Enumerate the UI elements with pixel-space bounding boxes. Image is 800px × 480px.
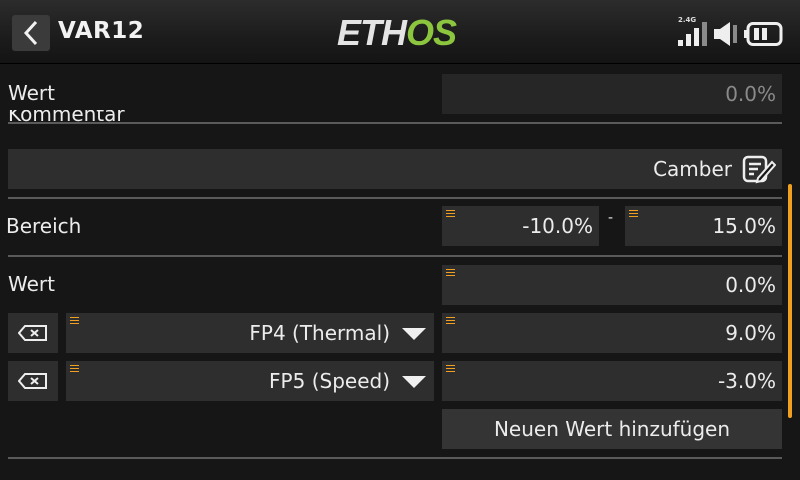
editable-marker bbox=[629, 210, 638, 217]
range-separator: - bbox=[608, 210, 614, 226]
back-button[interactable] bbox=[12, 15, 50, 51]
comment-label: Kommentar bbox=[8, 110, 125, 124]
scrollbar[interactable] bbox=[788, 184, 792, 418]
entry-value-field[interactable]: -3.0% bbox=[442, 361, 782, 401]
default-value: 0.0% bbox=[725, 273, 776, 297]
editable-marker bbox=[446, 365, 455, 372]
delete-icon bbox=[18, 325, 47, 341]
comment-value: Camber bbox=[653, 157, 732, 181]
logo-part2: OS bbox=[406, 12, 457, 53]
separator bbox=[8, 457, 782, 459]
add-value-button[interactable]: Neuen Wert hinzufügen bbox=[442, 409, 782, 449]
delete-entry-button[interactable] bbox=[8, 313, 58, 353]
range-min-value: -10.0% bbox=[522, 214, 593, 238]
signal-bars-icon bbox=[678, 22, 707, 46]
back-chevron-icon bbox=[23, 20, 38, 46]
logo-part1: ETH bbox=[337, 12, 407, 53]
delete-icon bbox=[18, 373, 47, 389]
range-max-value: 15.0% bbox=[712, 214, 776, 238]
editable-marker bbox=[70, 365, 79, 372]
top-bar: VAR12 ETHOS 2.4G bbox=[0, 0, 800, 64]
default-value-field[interactable]: 0.0% bbox=[442, 265, 782, 305]
editable-marker bbox=[70, 317, 79, 324]
separator bbox=[8, 255, 782, 257]
page-title: VAR12 bbox=[58, 18, 145, 44]
battery-icon bbox=[744, 22, 783, 46]
speaker-icon bbox=[714, 22, 737, 46]
editable-marker bbox=[446, 317, 455, 324]
entry-value: 9.0% bbox=[725, 321, 776, 345]
dropdown-caret-icon bbox=[402, 328, 426, 340]
status-icons: 2.4G bbox=[676, 16, 792, 50]
separator bbox=[8, 197, 782, 199]
range-max-field[interactable]: 15.0% bbox=[625, 206, 782, 246]
value-label: Wert bbox=[8, 81, 55, 105]
entry-value-field[interactable]: 9.0% bbox=[442, 313, 782, 353]
values-label: Wert bbox=[8, 272, 55, 296]
edit-icon bbox=[742, 155, 776, 184]
editable-marker bbox=[446, 210, 455, 217]
range-min-field[interactable]: -10.0% bbox=[442, 206, 599, 246]
flight-mode-dropdown[interactable]: FP4 (Thermal) bbox=[66, 313, 434, 353]
entry-value: -3.0% bbox=[717, 369, 776, 393]
value-field: 0.0% bbox=[442, 74, 782, 114]
flight-mode-label: FP4 (Thermal) bbox=[249, 321, 390, 345]
flight-mode-dropdown[interactable]: FP5 (Speed) bbox=[66, 361, 434, 401]
ethos-logo: ETHOS bbox=[337, 12, 457, 54]
range-label: Bereich bbox=[6, 214, 82, 238]
comment-field[interactable]: Camber bbox=[8, 149, 782, 189]
editable-marker bbox=[446, 269, 455, 276]
delete-entry-button[interactable] bbox=[8, 361, 58, 401]
flight-mode-label: FP5 (Speed) bbox=[269, 369, 390, 393]
dropdown-caret-icon bbox=[402, 376, 426, 388]
